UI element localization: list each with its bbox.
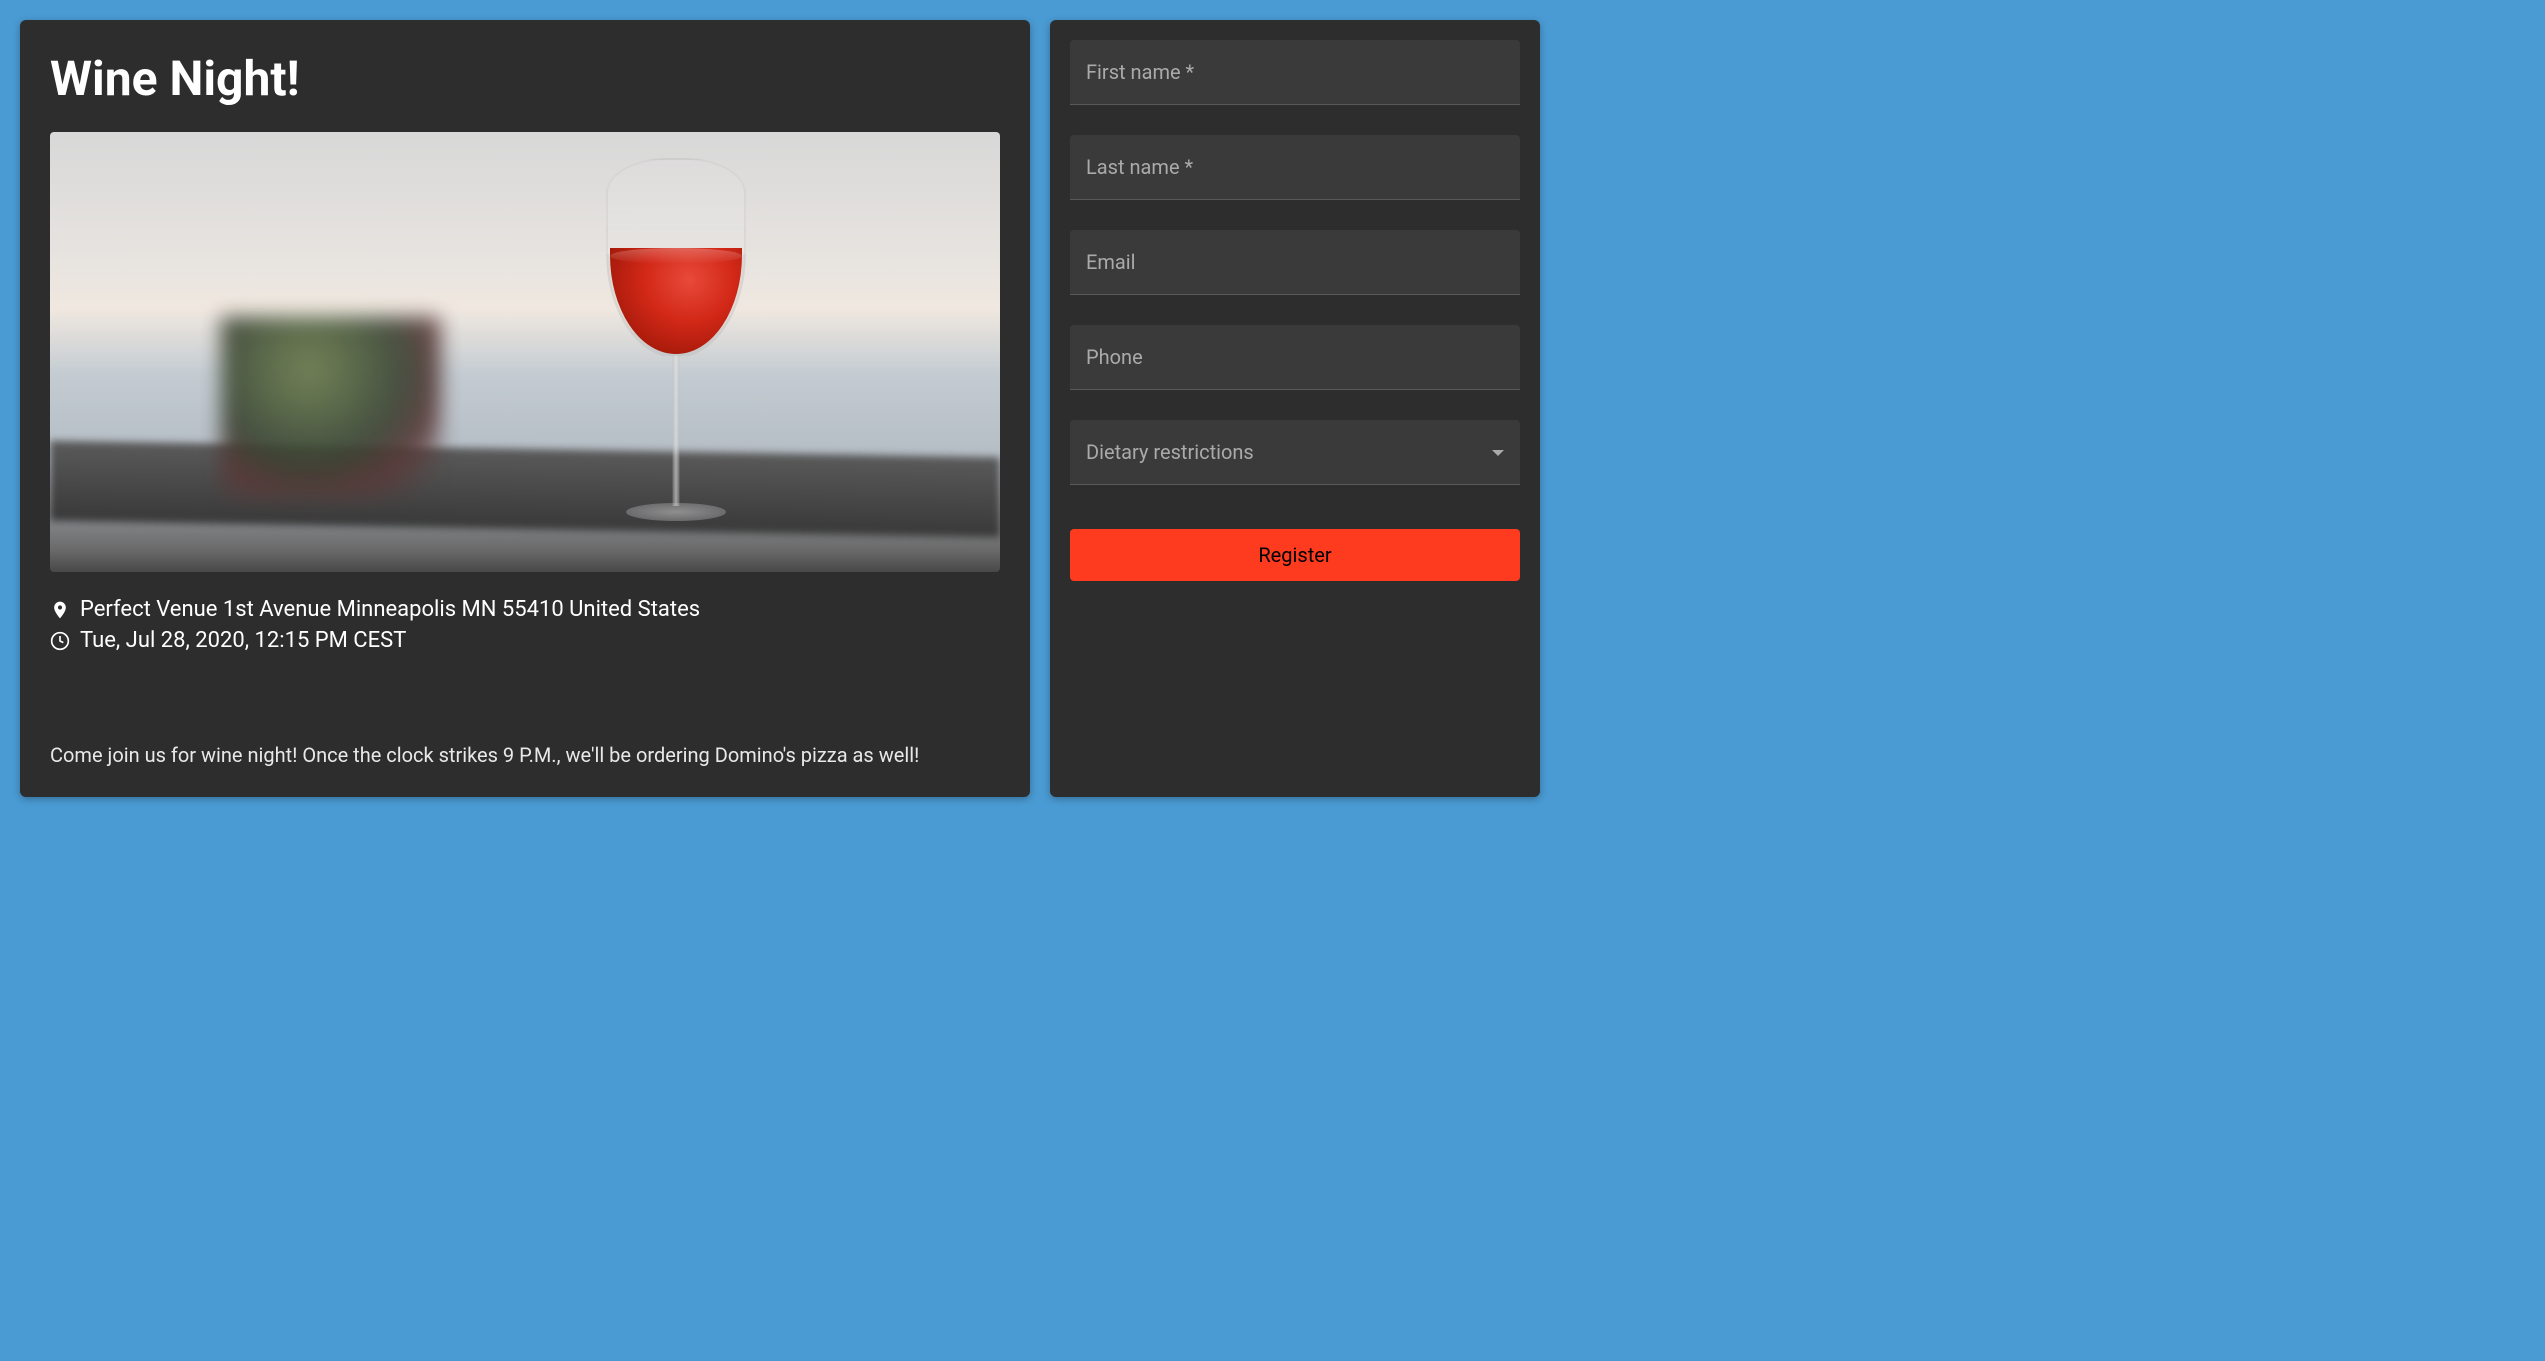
location-row: Perfect Venue 1st Avenue Minneapolis MN …	[50, 597, 1000, 622]
registration-form-card: Register	[1050, 20, 1540, 797]
image-wine-glass	[601, 158, 751, 558]
clock-icon	[50, 631, 70, 651]
register-button[interactable]: Register	[1070, 529, 1520, 581]
phone-field[interactable]	[1070, 325, 1520, 390]
image-background-railing	[50, 441, 1000, 538]
image-background-plant	[221, 317, 441, 497]
first-name-field[interactable]	[1070, 40, 1520, 105]
event-details-card: Wine Night! Perfect Venue 1st Avenue Min…	[20, 20, 1030, 797]
last-name-field[interactable]	[1070, 135, 1520, 200]
event-hero-image	[50, 132, 1000, 572]
event-description: Come join us for wine night! Once the cl…	[50, 743, 1000, 767]
event-location: Perfect Venue 1st Avenue Minneapolis MN …	[80, 597, 700, 622]
event-title: Wine Night!	[50, 50, 1000, 107]
dietary-restrictions-select[interactable]	[1070, 420, 1520, 485]
location-pin-icon	[50, 600, 70, 620]
event-datetime: Tue, Jul 28, 2020, 12:15 PM CEST	[80, 628, 406, 653]
page-layout: Wine Night! Perfect Venue 1st Avenue Min…	[20, 20, 1540, 797]
dietary-select-wrap	[1070, 420, 1520, 485]
datetime-row: Tue, Jul 28, 2020, 12:15 PM CEST	[50, 628, 1000, 653]
email-field[interactable]	[1070, 230, 1520, 295]
